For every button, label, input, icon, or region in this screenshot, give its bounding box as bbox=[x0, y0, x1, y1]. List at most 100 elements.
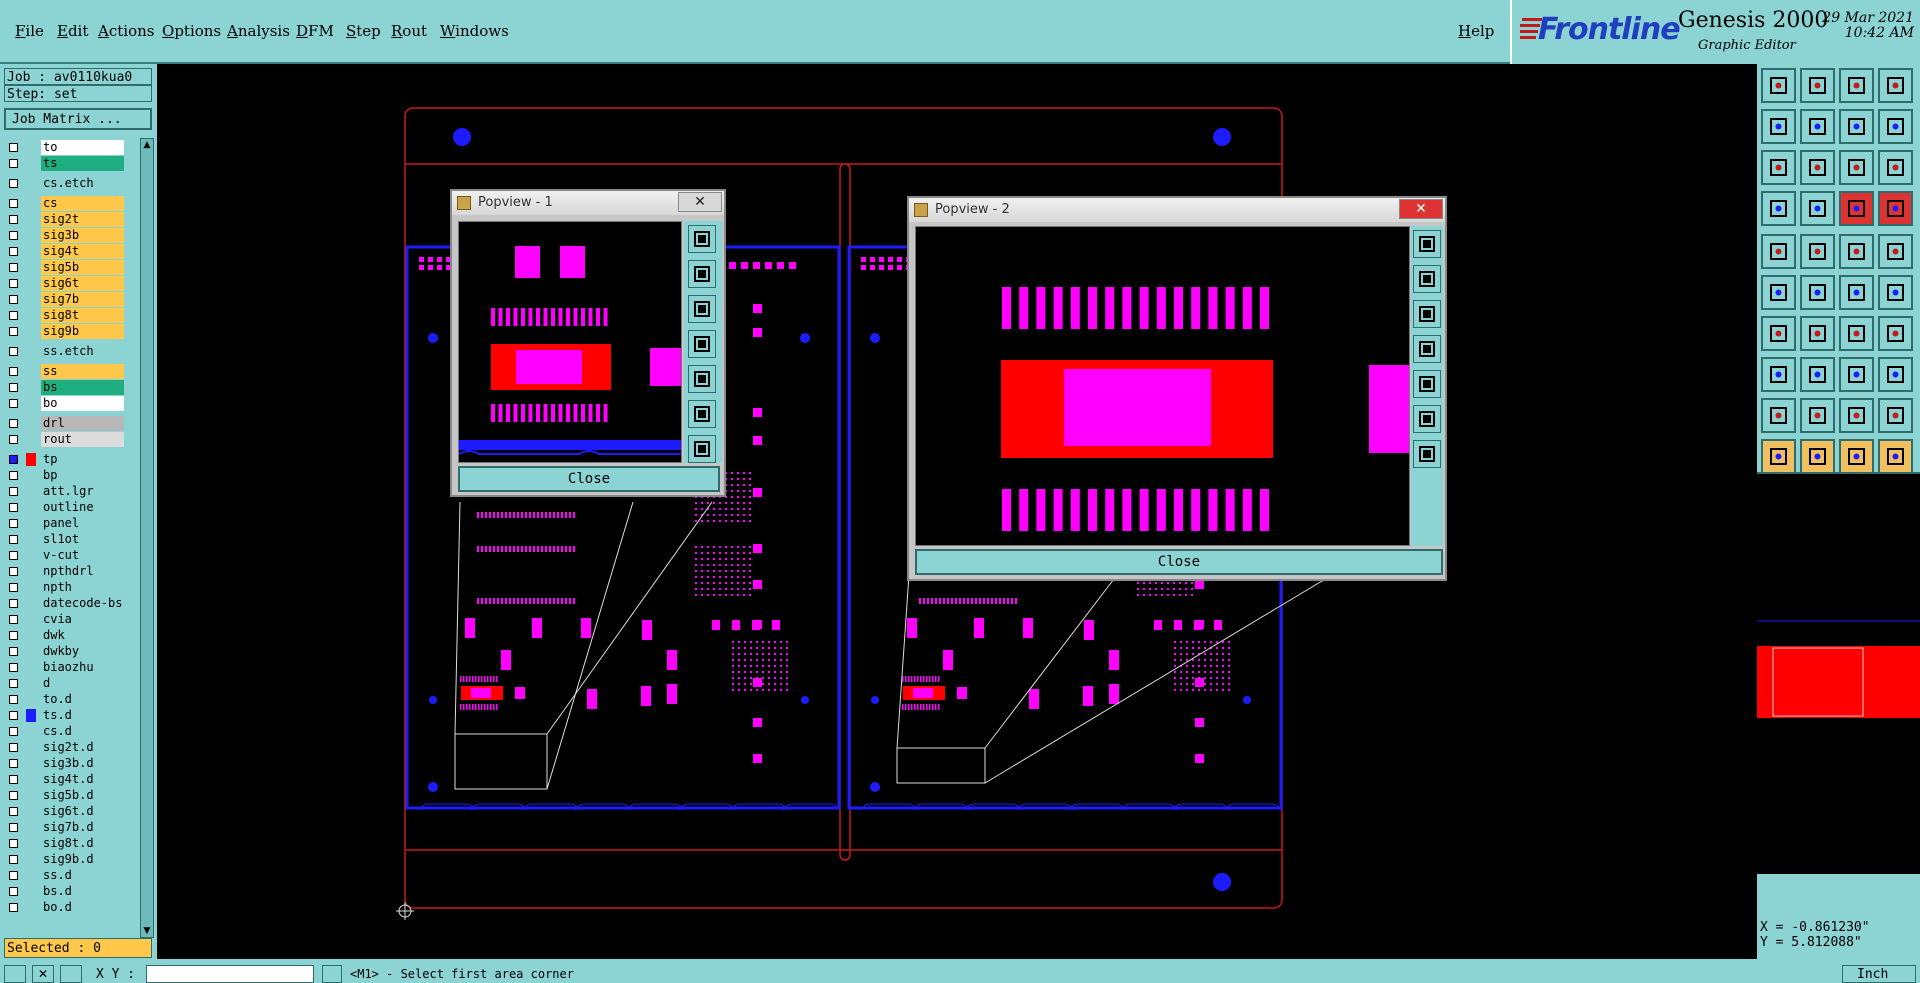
overview-map[interactable] bbox=[1757, 472, 1920, 874]
layer-row[interactable]: datecode-bs bbox=[4, 596, 124, 611]
layer-checkbox[interactable] bbox=[9, 807, 18, 816]
layer-checkbox[interactable] bbox=[9, 247, 18, 256]
layer-row[interactable]: sig4t bbox=[4, 244, 124, 259]
popview-tool-button[interactable] bbox=[1413, 265, 1441, 293]
layer-row[interactable]: biaozhu bbox=[4, 660, 124, 675]
units-select[interactable]: Inch bbox=[1842, 965, 1916, 983]
layer-checkbox[interactable] bbox=[9, 551, 18, 560]
layer-row[interactable]: to.d bbox=[4, 692, 124, 707]
popview-tool-button[interactable] bbox=[688, 435, 716, 463]
layer-checkbox[interactable] bbox=[9, 887, 18, 896]
layer-checkbox[interactable] bbox=[9, 231, 18, 240]
layer-row[interactable]: dwk bbox=[4, 628, 124, 643]
popview-tool-button[interactable] bbox=[688, 260, 716, 288]
connect-icon[interactable] bbox=[1839, 275, 1874, 310]
layer-checkbox[interactable] bbox=[9, 615, 18, 624]
layer-checkbox[interactable] bbox=[9, 647, 18, 656]
layer-list-scrollbar[interactable]: ▲ ▼ bbox=[140, 138, 154, 938]
point-icon[interactable] bbox=[1761, 357, 1796, 392]
layer-row[interactable]: cs.d bbox=[4, 724, 124, 739]
zoom-page-icon[interactable] bbox=[1800, 68, 1835, 103]
layer-row[interactable]: sig3b.d bbox=[4, 756, 124, 771]
layer-checkbox[interactable] bbox=[9, 679, 18, 688]
layer-checkbox[interactable] bbox=[9, 143, 18, 152]
layer-checkbox[interactable] bbox=[9, 199, 18, 208]
menu-options[interactable]: Options bbox=[162, 22, 221, 40]
popview-2-canvas[interactable] bbox=[915, 226, 1410, 546]
triangle-icon[interactable] bbox=[1761, 398, 1796, 433]
snap-icon[interactable] bbox=[4, 965, 26, 983]
layer-row[interactable]: sig3b bbox=[4, 228, 124, 243]
layer-row[interactable]: ss.d bbox=[4, 868, 124, 883]
net-blue-icon[interactable] bbox=[1878, 191, 1913, 226]
layer-checkbox[interactable] bbox=[9, 487, 18, 496]
layer-row[interactable]: sig8t.d bbox=[4, 836, 124, 851]
layer-checkbox[interactable] bbox=[9, 599, 18, 608]
layer-row[interactable]: bs.d bbox=[4, 884, 124, 899]
center-icon[interactable] bbox=[1800, 150, 1835, 185]
xy-input[interactable] bbox=[146, 965, 314, 983]
fit-icon[interactable] bbox=[1761, 150, 1796, 185]
line-icon[interactable] bbox=[1800, 316, 1835, 351]
pointer-select-icon[interactable] bbox=[1839, 439, 1874, 474]
layer-row[interactable]: sig9b.d bbox=[4, 852, 124, 867]
popview-2-close-button[interactable]: Close bbox=[915, 549, 1443, 575]
layer-row[interactable]: sig6t bbox=[4, 276, 124, 291]
popview-tool-button[interactable] bbox=[688, 330, 716, 358]
net-red-icon[interactable] bbox=[1839, 191, 1874, 226]
layer-row[interactable]: bo.d bbox=[4, 900, 124, 915]
rotate-icon[interactable] bbox=[1839, 316, 1874, 351]
popview-2-titlebar[interactable]: Popview - 2 ✕ bbox=[909, 198, 1445, 222]
layer-row[interactable]: bp bbox=[4, 468, 124, 483]
layer-checkbox[interactable] bbox=[9, 791, 18, 800]
menu-windows[interactable]: Windows bbox=[440, 22, 509, 40]
layer-row[interactable]: sl1ot bbox=[4, 532, 124, 547]
layer-checkbox[interactable] bbox=[9, 711, 18, 720]
group-icon[interactable] bbox=[1878, 357, 1913, 392]
layer-checkbox[interactable] bbox=[9, 871, 18, 880]
layer-row[interactable]: bs bbox=[4, 380, 124, 395]
layer-checkbox[interactable] bbox=[9, 759, 18, 768]
layer-row[interactable]: d bbox=[4, 676, 124, 691]
layer-row[interactable]: cs bbox=[4, 196, 124, 211]
dim-icon[interactable] bbox=[1839, 357, 1874, 392]
layer-checkbox[interactable] bbox=[9, 435, 18, 444]
layer-checkbox[interactable] bbox=[9, 519, 18, 528]
pointer-alt-icon[interactable] bbox=[1800, 439, 1835, 474]
slash-icon[interactable] bbox=[1800, 234, 1835, 269]
layer-row[interactable]: sig5b bbox=[4, 260, 124, 275]
pad-select-icon[interactable] bbox=[1761, 234, 1796, 269]
popview-1-titlebar[interactable]: Popview - 1 ✕ bbox=[452, 191, 724, 215]
layer-row[interactable]: cvia bbox=[4, 612, 124, 627]
layer-row[interactable]: drl bbox=[4, 416, 124, 431]
scroll-down-icon[interactable]: ▼ bbox=[142, 925, 152, 937]
layer-checkbox[interactable] bbox=[9, 327, 18, 336]
layer-row[interactable]: sig5b.d bbox=[4, 788, 124, 803]
layer-row[interactable]: sig7b.d bbox=[4, 820, 124, 835]
layer-checkbox[interactable] bbox=[9, 179, 18, 188]
mirror-icon[interactable] bbox=[1839, 109, 1874, 144]
layer-row[interactable]: to bbox=[4, 140, 124, 155]
circle-icon[interactable] bbox=[1878, 234, 1913, 269]
popview-tool-button[interactable] bbox=[688, 225, 716, 253]
layer-checkbox[interactable] bbox=[9, 455, 18, 464]
layer-row[interactable]: sig7b bbox=[4, 292, 124, 307]
layer-row[interactable]: dwkby bbox=[4, 644, 124, 659]
layer-row[interactable]: cs.etch bbox=[4, 176, 124, 191]
measure-icon[interactable] bbox=[1761, 191, 1796, 226]
popview-2-window[interactable]: Popview - 2 ✕ Close bbox=[907, 196, 1447, 581]
popview-1-close-button[interactable]: Close bbox=[458, 466, 720, 492]
layer-row[interactable]: npth bbox=[4, 580, 124, 595]
layer-row[interactable]: v-cut bbox=[4, 548, 124, 563]
menu-rout[interactable]: Rout bbox=[391, 22, 427, 40]
layer-checkbox[interactable] bbox=[9, 743, 18, 752]
scale-1-2-icon[interactable] bbox=[1839, 150, 1874, 185]
pointer-multi-icon[interactable] bbox=[1878, 439, 1913, 474]
layer-checkbox[interactable] bbox=[9, 727, 18, 736]
menu-help[interactable]: Help bbox=[1458, 22, 1494, 40]
layer-checkbox[interactable] bbox=[9, 695, 18, 704]
layer-row[interactable]: sig4t.d bbox=[4, 772, 124, 787]
arc-icon[interactable] bbox=[1800, 398, 1835, 433]
menu-step[interactable]: Step bbox=[346, 22, 381, 40]
layer-checkbox[interactable] bbox=[9, 399, 18, 408]
